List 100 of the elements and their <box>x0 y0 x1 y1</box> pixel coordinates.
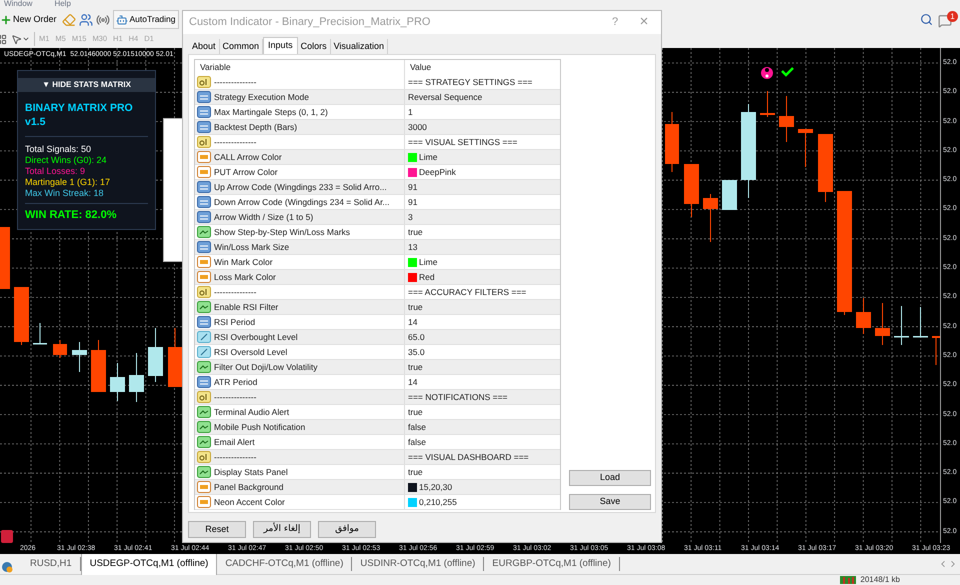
table-row[interactable]: --------------- === VISUAL SETTINGS === <box>195 135 560 150</box>
eraser-icon[interactable] <box>62 12 76 26</box>
reset-button[interactable]: Reset <box>188 521 246 538</box>
variable-value: 3000 <box>408 120 427 134</box>
table-row[interactable]: Email Alert false <box>195 435 560 450</box>
chat-icon[interactable] <box>938 14 952 28</box>
number-type-icon <box>197 121 211 133</box>
table-row[interactable]: Terminal Audio Alert true <box>195 405 560 420</box>
variable-name: Max Martingale Steps (0, 1, 2) <box>214 106 328 118</box>
table-row[interactable]: ATR Period 14 <box>195 375 560 390</box>
table-row[interactable]: Up Arrow Code (Wingdings 233 = Solid Arro... 91 <box>195 180 560 195</box>
stats-line: Max Win Streak: 18 <box>25 188 105 199</box>
table-row[interactable]: Neon Accent Color 0,210,255 <box>195 495 560 510</box>
palette-type-icon <box>197 166 211 178</box>
variable-name: RSI Overbought Level <box>214 330 298 344</box>
hide-stats-button[interactable]: ▼ HIDE STATS MATRIX <box>18 78 155 92</box>
variable-name: Win Mark Color <box>214 256 273 268</box>
variable-value: 13 <box>408 240 418 254</box>
table-row[interactable]: Win/Loss Mark Size 13 <box>195 240 560 255</box>
variable-value: === NOTIFICATIONS === <box>408 390 508 404</box>
new-order-button[interactable]: New Order <box>0 10 59 28</box>
variable-name: Display Stats Panel <box>214 466 288 478</box>
stats-line: Direct Wins (G0): 24 <box>25 155 108 166</box>
candlestick <box>684 164 699 218</box>
cancel-button[interactable]: إلغاء الأمر <box>253 521 311 538</box>
table-row[interactable]: Max Martingale Steps (0, 1, 2) 1 <box>195 105 560 120</box>
cursor-icon <box>11 34 22 44</box>
autotrading-button[interactable]: AutoTrading <box>112 10 179 29</box>
gauge-icon[interactable] <box>1 561 13 573</box>
table-row[interactable]: --------------- === ACCURACY FILTERS === <box>195 285 560 300</box>
chart-tab[interactable]: EURGBP-OTCq,M1 (offline) <box>484 557 620 571</box>
variable-value: Lime <box>419 256 438 268</box>
candlestick <box>129 352 144 402</box>
table-row[interactable]: Loss Mark Color Red <box>195 270 560 285</box>
variable-name: PUT Arrow Color <box>214 166 278 178</box>
search-icon[interactable] <box>920 13 933 26</box>
variable-name: Down Arrow Code (Wingdings 234 = Solid Ar... <box>214 196 390 208</box>
candlestick <box>932 336 940 366</box>
variable-name: --------------- <box>214 390 256 404</box>
table-row[interactable]: Enable RSI Filter true <box>195 300 560 315</box>
table-row[interactable]: PUT Arrow Color DeepPink <box>195 165 560 180</box>
table-row[interactable]: Backtest Depth (Bars) 3000 <box>195 120 560 135</box>
variable-value: 91 <box>408 196 418 208</box>
side-button[interactable]: Load <box>569 470 651 486</box>
table-row[interactable]: Down Arrow Code (Wingdings 234 = Solid Ar... 91 <box>195 195 560 210</box>
variable-value: Lime <box>419 150 438 164</box>
table-row[interactable]: RSI Period 14 <box>195 315 560 330</box>
number-type-icon <box>197 196 211 208</box>
candlestick <box>110 362 125 402</box>
signal-icon[interactable] <box>96 12 110 26</box>
variable-name: Strategy Execution Mode <box>214 90 309 104</box>
candlestick <box>779 96 794 142</box>
text-type-icon <box>197 136 211 148</box>
decimal-type-icon <box>197 331 211 343</box>
variable-value: 3 <box>408 210 413 224</box>
toggle-type-icon <box>197 226 211 238</box>
table-row[interactable]: RSI Oversold Level 35.0 <box>195 345 560 360</box>
variable-name: RSI Period <box>214 316 256 328</box>
chart-tab[interactable]: USDINR-OTCq,M1 (offline) <box>352 557 484 571</box>
variable-name: Up Arrow Code (Wingdings 233 = Solid Arro... <box>214 180 387 194</box>
table-row[interactable]: Panel Background 15,20,30 <box>195 480 560 495</box>
table-row[interactable]: Strategy Execution Mode Reversal Sequence <box>195 90 560 105</box>
variable-value: false <box>408 436 426 448</box>
palette-type-icon <box>197 481 211 493</box>
variable-value: true <box>408 360 423 374</box>
variable-value: === STRATEGY SETTINGS === <box>408 76 532 88</box>
chart-tab[interactable]: USDEGP-OTCq,M1 (offline) <box>80 554 218 574</box>
table-row[interactable]: Mobile Push Notification false <box>195 420 560 435</box>
table-row[interactable]: RSI Overbought Level 65.0 <box>195 330 560 345</box>
toggle-type-icon <box>197 361 211 373</box>
variable-value: 91 <box>408 180 418 194</box>
table-row[interactable]: Display Stats Panel true <box>195 465 560 480</box>
table-row[interactable]: Show Step-by-Step Win/Loss Marks true <box>195 225 560 240</box>
variable-value: === VISUAL SETTINGS === <box>408 136 518 148</box>
toggle-type-icon <box>197 406 211 418</box>
table-row[interactable]: Win Mark Color Lime <box>195 255 560 270</box>
chart-tab[interactable]: CADCHF-OTCq,M1 (offline) <box>217 557 352 571</box>
table-row[interactable]: Filter Out Doji/Low Volatility true <box>195 360 560 375</box>
ok-button[interactable]: موافق <box>318 521 376 538</box>
column-header: Value <box>409 61 432 74</box>
people-icon[interactable] <box>78 12 93 26</box>
caret-icon <box>22 35 30 43</box>
table-row[interactable]: Arrow Width / Size (1 to 5) 3 <box>195 210 560 225</box>
dialog-tab[interactable]: Inputs <box>263 37 298 54</box>
variable-value: Reversal Sequence <box>408 90 482 104</box>
variable-value: 15,20,30 <box>419 480 452 494</box>
variable-name: Filter Out Doji/Low Volatility <box>214 360 318 374</box>
candlestick <box>875 302 890 346</box>
stats-line: Martingale 1 (G1): 17 <box>25 177 112 188</box>
menu-item[interactable]: Window <box>4 0 32 9</box>
variable-value: === ACCURACY FILTERS === <box>408 286 526 298</box>
menu-item[interactable]: Help <box>54 0 71 9</box>
table-row[interactable]: --------------- === NOTIFICATIONS === <box>195 390 560 405</box>
variable-value: true <box>408 300 423 314</box>
palette-type-icon <box>197 271 211 283</box>
side-button[interactable]: Save <box>569 494 651 510</box>
table-row[interactable]: CALL Arrow Color Lime <box>195 150 560 165</box>
text-type-icon <box>197 451 211 463</box>
table-row[interactable]: --------------- === STRATEGY SETTINGS === <box>195 75 560 90</box>
table-row[interactable]: --------------- === VISUAL DASHBOARD === <box>195 450 560 465</box>
